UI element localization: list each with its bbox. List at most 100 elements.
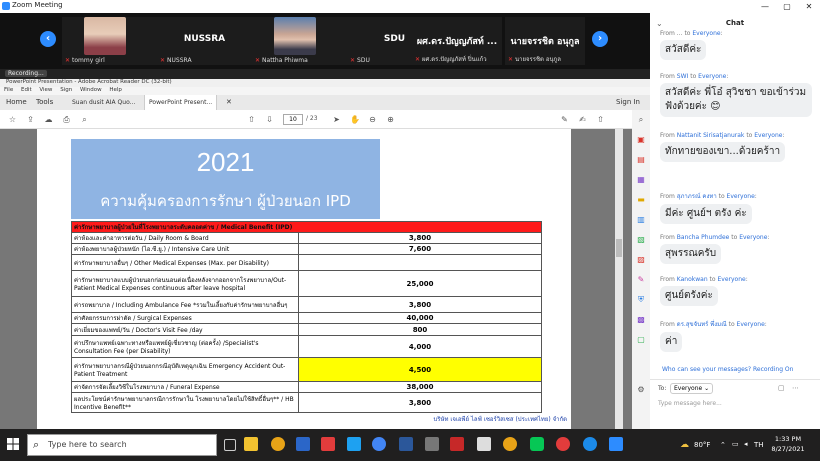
tab-home[interactable]: Home xyxy=(2,95,31,110)
hand-icon[interactable]: ✋ xyxy=(350,115,360,124)
acrobat-menu-bar: File Edit View Sign Window Help xyxy=(0,87,650,95)
xbox-icon[interactable] xyxy=(477,437,491,451)
menu-help[interactable]: Help xyxy=(109,87,122,93)
task-view-icon[interactable] xyxy=(224,439,236,451)
upload-icon[interactable]: ⇪ xyxy=(26,115,35,124)
search-icon[interactable]: ⌕ xyxy=(636,115,646,124)
share-icon[interactable]: ⇧ xyxy=(596,115,605,124)
more-tools-icon[interactable]: ▢ xyxy=(636,335,646,344)
row-label: ค่ารักษาพยาบาลอื่นๆ / Other Medical Expe… xyxy=(71,254,299,271)
cloud-icon[interactable]: ☁ xyxy=(44,115,53,124)
maximize-button[interactable]: ▢ xyxy=(776,0,798,13)
minimize-button[interactable]: — xyxy=(754,0,776,13)
participant-tile[interactable]: นายจรรชิต อนุกูล ✕ นายจรรชิต อนุกูล xyxy=(505,17,585,65)
recipient-select[interactable]: Everyone ⌄ xyxy=(670,383,714,394)
page-up-icon[interactable]: ⇧ xyxy=(247,115,256,124)
comment-icon[interactable]: ▬ xyxy=(636,195,646,204)
compress-icon[interactable]: ▨ xyxy=(636,255,646,264)
line-icon[interactable] xyxy=(530,437,544,451)
word-icon[interactable] xyxy=(399,437,413,451)
chat-input[interactable]: Type message here... xyxy=(658,400,722,407)
table-row: ค่าจัดการจัดเลี้ยงวิชีในโรงพยาบาล / Fune… xyxy=(71,381,542,393)
sign-icon[interactable]: ✍ xyxy=(578,115,587,124)
protect-icon[interactable]: ⛨ xyxy=(636,295,646,304)
zoom-title-bar: Zoom Meeting — ▢ ✕ xyxy=(0,0,820,13)
create-pdf-icon[interactable]: ▤ xyxy=(636,155,646,164)
document-area[interactable]: 2021 ความคุ้มครองการรักษา ผู้ป่วยนอก IPD… xyxy=(0,129,632,429)
menu-window[interactable]: Window xyxy=(80,87,102,93)
windows-start-icon[interactable] xyxy=(7,438,19,450)
participant-tile[interactable]: ✕ tommy girl xyxy=(62,17,157,65)
tab-close-icon[interactable]: ✕ xyxy=(222,95,236,110)
message-bubble: มีค่ะ ศูนย์ฯ ตรัง ค่ะ xyxy=(660,204,752,224)
participant-tile[interactable]: ผศ.ดร.ปัญญภัสท์ ... ✕ ผศ.ดร.ปัญญภัสท์ ปิ่… xyxy=(412,17,502,65)
volume-icon[interactable]: ◂ xyxy=(744,440,748,448)
participant-tile[interactable]: NUSSRA ✕ NUSSRA xyxy=(157,17,252,65)
row-label: ค่าจัดการจัดเลี้ยงวิชีในโรงพยาบาล / Fune… xyxy=(71,381,299,393)
next-participants-button[interactable]: › xyxy=(592,31,608,47)
zoom-out-icon[interactable]: ⊖ xyxy=(368,115,377,124)
combine-icon[interactable]: ▥ xyxy=(636,215,646,224)
acrobat-icon[interactable] xyxy=(321,437,335,451)
tray-chevron-icon[interactable]: ⌃ xyxy=(720,441,726,449)
vertical-scrollbar[interactable] xyxy=(615,129,623,429)
table-row: ค่ารักษาพยาบาลอื่นๆ / Other Medical Expe… xyxy=(71,254,542,271)
participant-tile[interactable]: ✕ Nattha Phiwma xyxy=(252,17,347,65)
recording-notice[interactable]: Who can see your messages? Recording On xyxy=(662,366,793,373)
row-value: 3,800 xyxy=(298,296,542,313)
taskbar-search-box[interactable]: ⌕ Type here to search xyxy=(27,434,217,456)
zoom-taskbar-icon[interactable] xyxy=(609,437,623,451)
temperature[interactable]: 80°F xyxy=(694,441,710,449)
network-icon[interactable]: ▭ xyxy=(732,440,739,448)
chrome-icon-b[interactable] xyxy=(372,437,386,451)
page-number-input[interactable]: 10 xyxy=(283,114,303,125)
scroll-thumb[interactable] xyxy=(616,239,622,257)
mail-icon[interactable] xyxy=(425,437,439,451)
taskbar-clock[interactable]: 1:33 PM 8/27/2021 xyxy=(763,434,813,454)
file-icon[interactable]: ▢ xyxy=(778,384,785,392)
tab-suan-dusit[interactable]: Suan dusit AIA Quo... xyxy=(68,95,139,110)
row-value-highlighted: 4,500 xyxy=(298,357,542,382)
tab-powerpoint[interactable]: PowerPoint Present... xyxy=(144,95,218,110)
more-icon[interactable]: ⋯ xyxy=(792,384,799,392)
sign-in-link[interactable]: Sign In xyxy=(612,95,644,110)
mic-muted-icon: ✕ xyxy=(65,57,71,64)
cursor-icon[interactable]: ➤ xyxy=(332,115,341,124)
star-icon[interactable]: ☆ xyxy=(8,115,17,124)
opera-icon[interactable] xyxy=(556,437,570,451)
menu-file[interactable]: File xyxy=(4,87,13,93)
fill-sign-icon[interactable]: ✎ xyxy=(636,275,646,284)
row-value: 38,000 xyxy=(298,381,542,393)
search-icon[interactable]: ⌕ xyxy=(80,115,89,124)
chrome-icon-c[interactable] xyxy=(503,437,517,451)
menu-sign[interactable]: Sign xyxy=(60,87,72,93)
word-icon-a[interactable] xyxy=(296,437,310,451)
prev-participants-button[interactable]: ‹ xyxy=(40,31,56,47)
message-meta: From SWI to Everyone: xyxy=(660,73,729,80)
app-icon[interactable] xyxy=(450,437,464,451)
recording-indicator[interactable]: Recording... xyxy=(5,70,47,77)
participant-label: SDU xyxy=(357,57,370,64)
chrome-icon[interactable] xyxy=(271,437,285,451)
zoom-in-icon[interactable]: ⊕ xyxy=(386,115,395,124)
page-down-icon[interactable]: ⇩ xyxy=(265,115,274,124)
teams-icon[interactable] xyxy=(347,437,361,451)
to-label: To: xyxy=(658,385,667,392)
edge-icon[interactable] xyxy=(583,437,597,451)
comment-icon[interactable]: ✎ xyxy=(560,115,569,124)
recording-bar: Recording... xyxy=(0,69,650,79)
export-pdf-icon[interactable]: ▣ xyxy=(636,135,646,144)
tab-tools[interactable]: Tools xyxy=(32,95,57,110)
message-meta: From Bancha Phumdee to Everyone: xyxy=(660,234,770,241)
send-icon[interactable]: ▩ xyxy=(636,315,646,324)
organize-icon[interactable]: ▧ xyxy=(636,235,646,244)
menu-view[interactable]: View xyxy=(39,87,52,93)
acrobat-toolbar: ☆ ⇪ ☁ ⎙ ⌕ ⇧ ⇩ 10 / 23 ➤ ✋ ⊖ ⊕ ✎ ✍ ⇧ xyxy=(0,110,650,129)
video-strip: ‹ ✕ tommy girl NUSSRA ✕ NUSSRA ✕ Nattha Phi… xyxy=(0,13,650,69)
menu-edit[interactable]: Edit xyxy=(21,87,32,93)
file-explorer-icon[interactable] xyxy=(244,437,258,451)
edit-pdf-icon[interactable]: ▦ xyxy=(636,175,646,184)
settings-icon[interactable]: ⚙ xyxy=(636,385,646,394)
close-button[interactable]: ✕ xyxy=(798,0,820,13)
print-icon[interactable]: ⎙ xyxy=(62,115,71,124)
